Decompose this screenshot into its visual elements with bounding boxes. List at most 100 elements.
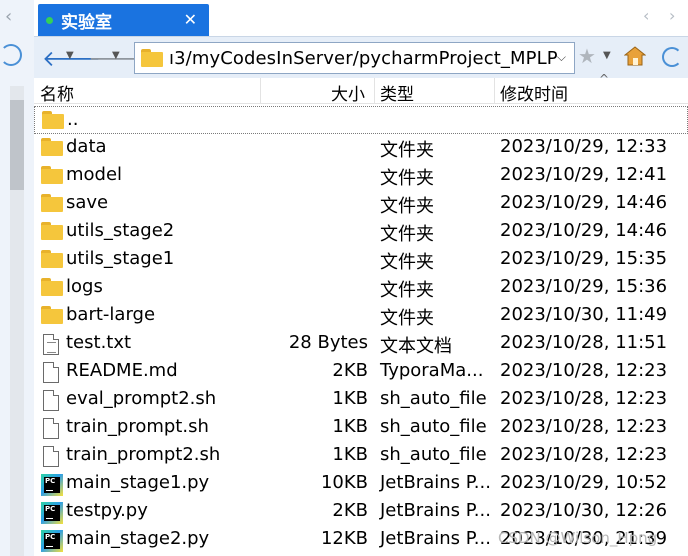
file-type: 文件夹	[380, 168, 434, 189]
file-type: 文件夹	[380, 140, 434, 161]
file-type: sh_auto_file	[380, 416, 487, 437]
tab-lab[interactable]: 实验室 ✕	[38, 4, 209, 36]
file-row[interactable]: data 文件夹 2023/10/29, 12:33	[34, 134, 688, 162]
file-icon	[41, 390, 63, 411]
file-modified-date: 2023/10/28, 11:51	[500, 332, 668, 353]
text-file-icon	[41, 334, 63, 355]
file-modified-date: 2023/10/29, 10:52	[500, 472, 668, 493]
column-header-row: 名称 大小 类型 修改时间 ^	[34, 72, 688, 105]
file-type: 文本文档	[380, 336, 452, 357]
folder-icon	[41, 278, 63, 298]
file-list: 名称 大小 类型 修改时间 ^ .. data 文件夹 2023/10/29, 12:…	[34, 72, 688, 556]
file-modified-date: 2023/10/29, 12:41	[500, 164, 668, 185]
file-row[interactable]: save 文件夹 2023/10/29, 14:46	[34, 190, 688, 218]
file-name: README.md	[66, 360, 178, 381]
file-size: 1KB	[332, 416, 368, 437]
folder-icon	[41, 138, 63, 158]
column-divider[interactable]	[260, 78, 261, 104]
chevron-down-icon[interactable]: ⌵	[557, 50, 566, 65]
folder-icon	[141, 49, 163, 67]
pycharm-icon: PC	[41, 474, 63, 496]
file-row[interactable]: utils_stage2 文件夹 2023/10/29, 14:46	[34, 218, 688, 246]
tab-scroll-left-icon[interactable]: ‹	[643, 6, 649, 25]
sort-ascending-icon: ^	[599, 72, 610, 86]
column-header-size[interactable]: 大小	[331, 80, 365, 105]
file-type: 文件夹	[380, 224, 434, 245]
column-header-type[interactable]: 类型	[380, 80, 414, 105]
file-row[interactable]: bart-large 文件夹 2023/10/30, 11:49	[34, 302, 688, 330]
file-name: logs	[66, 276, 103, 297]
column-divider[interactable]	[374, 78, 375, 104]
file-name: test.txt	[66, 332, 132, 353]
file-row[interactable]: PC main_stage1.py 10KB JetBrains P... 2023/1…	[34, 470, 688, 498]
file-modified-date: 2023/10/29, 15:35	[500, 248, 668, 269]
file-name: model	[66, 164, 123, 185]
connection-status-dot	[46, 16, 53, 24]
file-size: 1KB	[332, 444, 368, 465]
column-divider[interactable]	[494, 78, 495, 104]
pycharm-icon: PC	[41, 502, 63, 524]
file-type: 文件夹	[380, 280, 434, 301]
file-modified-date: 2023/10/30, 11:49	[500, 304, 668, 325]
file-row[interactable]: test.txt 28 Bytes 文本文档 2023/10/28, 11:51	[34, 330, 688, 358]
file-modified-date: 2023/10/29, 14:46	[500, 192, 668, 213]
address-path[interactable]: ı3/myCodesInServer/pycharmProject_MPLP	[169, 48, 558, 69]
tab-title: 实验室	[61, 12, 112, 33]
file-size: 10KB	[320, 472, 368, 493]
pycharm-icon-text: PC	[45, 477, 56, 485]
tab-bar: 实验室 ✕ ‹ ›	[34, 0, 688, 36]
file-name: utils_stage1	[66, 248, 175, 269]
column-header-date[interactable]: 修改时间	[500, 80, 568, 105]
file-row[interactable]: model 文件夹 2023/10/29, 12:41	[34, 162, 688, 190]
refresh-icon[interactable]	[0, 44, 22, 66]
file-name: utils_stage2	[66, 220, 175, 241]
folder-icon	[41, 306, 63, 326]
folder-icon	[41, 222, 63, 242]
file-modified-date: 2023/10/28, 12:23	[500, 416, 668, 437]
file-name: ..	[67, 109, 79, 130]
file-row[interactable]: train_prompt.sh 1KB sh_auto_file 2023/10/28…	[34, 414, 688, 442]
file-name: data	[66, 136, 107, 157]
pycharm-icon: PC	[41, 530, 63, 552]
file-icon	[41, 362, 63, 383]
file-size: 1KB	[332, 388, 368, 409]
file-modified-date: 2023/10/29, 12:33	[500, 136, 668, 157]
file-modified-date: 2023/10/29, 14:46	[500, 220, 668, 241]
chevron-left-icon[interactable]: ‹	[5, 6, 12, 27]
file-row[interactable]: logs 文件夹 2023/10/29, 15:36	[34, 274, 688, 302]
refresh-icon[interactable]	[662, 47, 682, 67]
folder-icon	[41, 250, 63, 270]
file-type: 文件夹	[380, 308, 434, 329]
close-tab-icon[interactable]: ✕	[184, 10, 197, 29]
file-row[interactable]: utils_stage1 文件夹 2023/10/29, 15:35	[34, 246, 688, 274]
file-size: 28 Bytes	[288, 332, 368, 353]
file-row[interactable]: train_prompt2.sh 1KB sh_auto_file 2023/10/2…	[34, 442, 688, 470]
file-row[interactable]: PC testpy.py 2KB JetBrains P... 2023/10/30, …	[34, 498, 688, 526]
file-name: eval_prompt2.sh	[66, 388, 217, 409]
pycharm-icon-text: PC	[45, 533, 56, 541]
file-type: sh_auto_file	[380, 388, 487, 409]
file-row[interactable]: eval_prompt2.sh 1KB sh_auto_file 2023/10/28…	[34, 386, 688, 414]
file-row[interactable]: README.md 2KB TyporaMa... 2023/10/28, 12:23	[34, 358, 688, 386]
file-name: main_stage1.py	[66, 472, 210, 493]
left-scrollbar-thumb[interactable]	[10, 100, 24, 190]
file-row[interactable]: ..	[34, 106, 688, 134]
column-header-name[interactable]: 名称	[40, 80, 74, 105]
star-icon[interactable]: ★	[578, 44, 596, 68]
bookmark-dropdown-icon[interactable]: ▼	[603, 50, 611, 61]
file-name: main_stage2.py	[66, 528, 210, 549]
pycharm-icon-text: PC	[45, 505, 56, 513]
address-bar[interactable]: ı3/myCodesInServer/pycharmProject_MPLP ⌵	[134, 42, 575, 74]
file-modified-date: 2023/10/29, 15:36	[500, 276, 668, 297]
home-folder-icon[interactable]	[624, 46, 646, 66]
file-type: 文件夹	[380, 252, 434, 273]
file-modified-date: 2023/10/28, 12:23	[500, 360, 668, 381]
file-modified-date: 2023/10/28, 12:23	[500, 388, 668, 409]
file-size: 2KB	[332, 500, 368, 521]
forward-history-dropdown-icon[interactable]: ▼	[112, 50, 120, 61]
folder-icon	[41, 166, 63, 186]
file-name: train_prompt.sh	[66, 416, 209, 437]
file-type: TyporaMa...	[380, 360, 484, 381]
back-history-dropdown-icon[interactable]: ▼	[66, 50, 74, 61]
tab-scroll-right-icon[interactable]: ›	[669, 6, 675, 25]
